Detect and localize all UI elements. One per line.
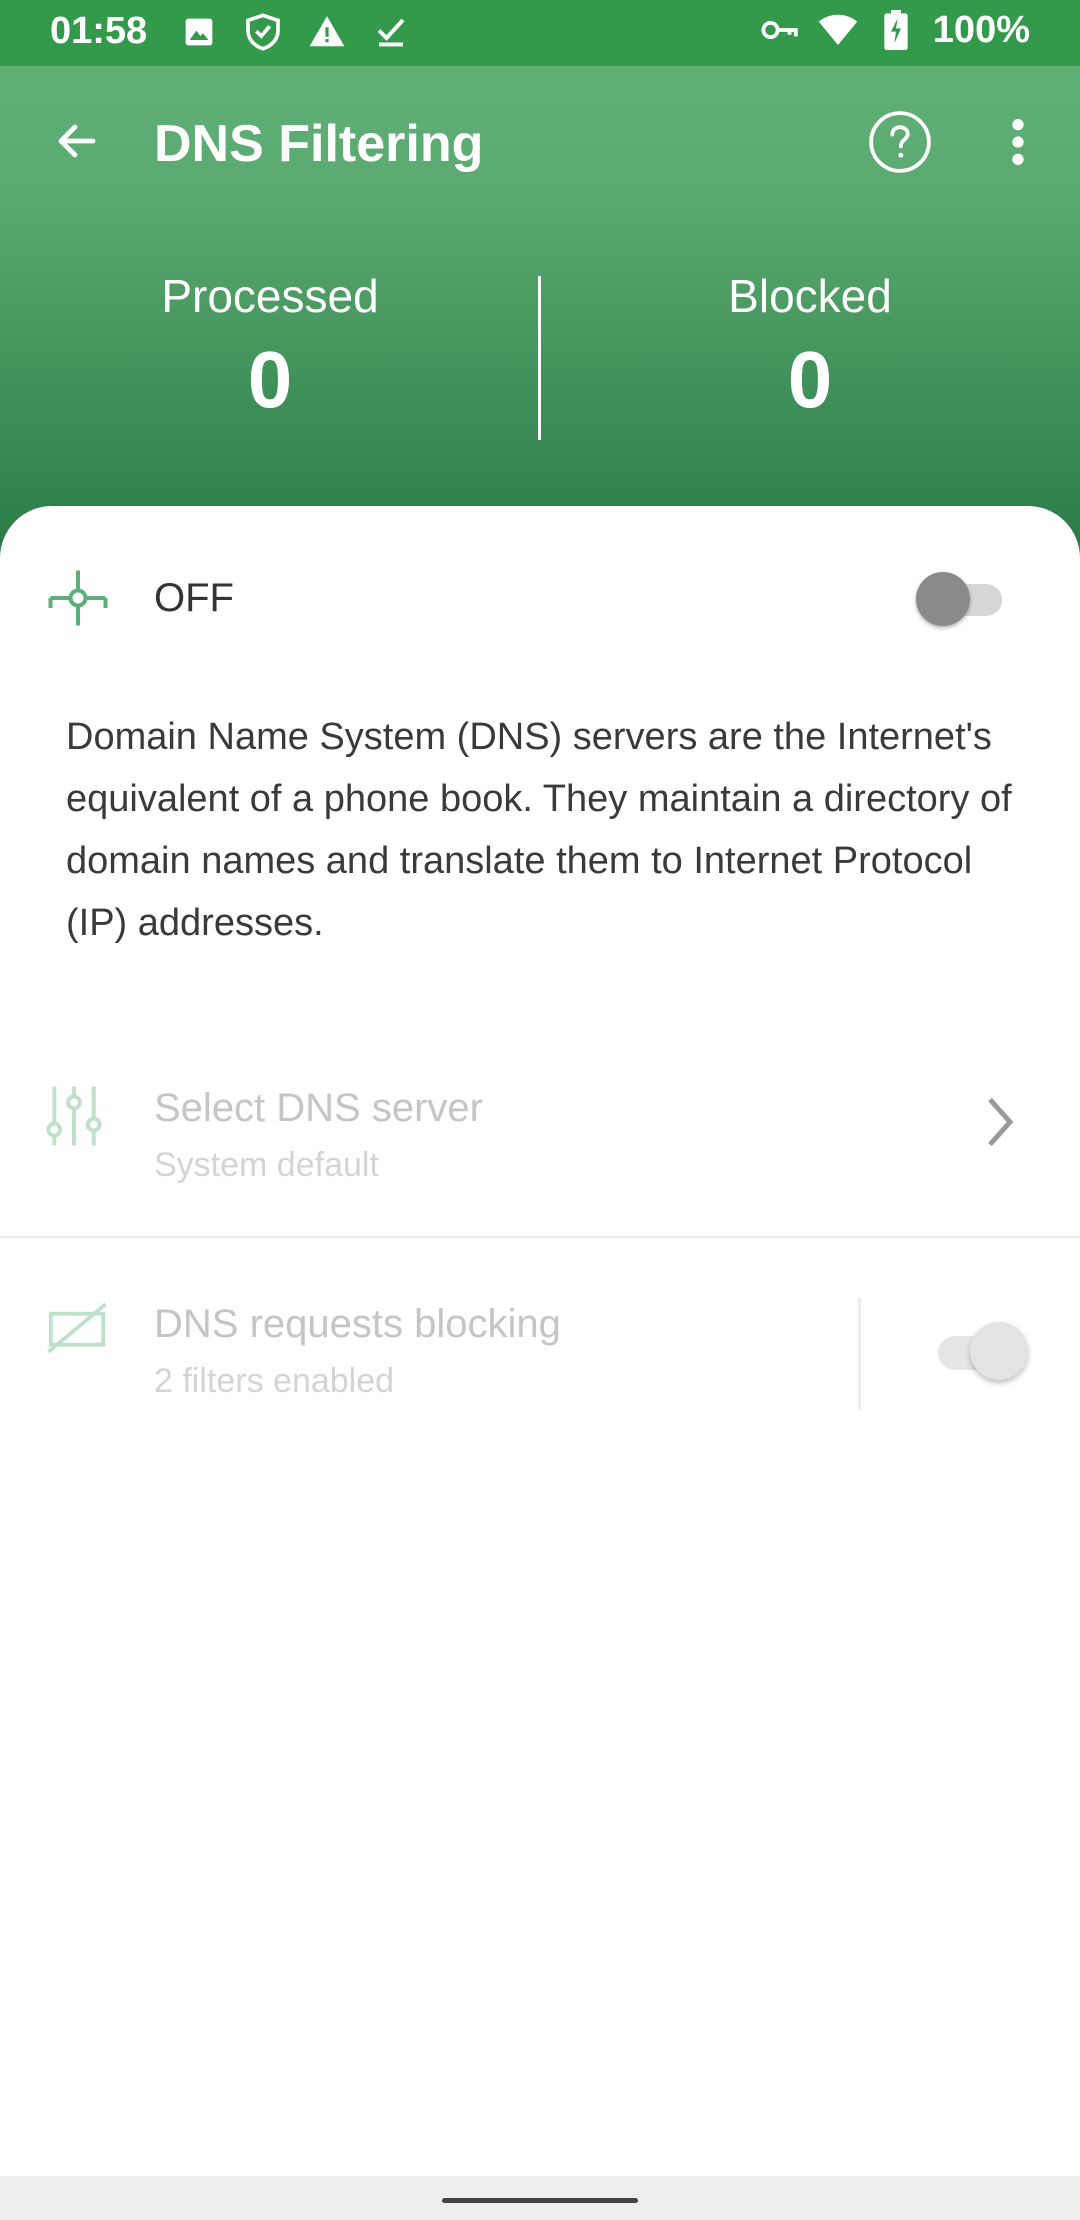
more-vert-icon — [1008, 116, 1028, 173]
navigation-bar — [0, 2176, 1080, 2220]
processed-count: 0 — [247, 335, 293, 424]
processed-stat: Processed 0 — [0, 266, 540, 430]
protection-switch[interactable] — [912, 566, 1008, 630]
blocked-count: 0 — [787, 335, 833, 424]
tune-sliders-icon — [46, 1084, 106, 1148]
dns-requests-blocking-row[interactable]: DNS requests blocking 2 filters enabled — [0, 1266, 1080, 1416]
vertical-separator — [858, 1298, 861, 1410]
image-icon — [178, 10, 220, 54]
status-icons-left — [178, 10, 412, 54]
status-time: 01:58 — [50, 10, 148, 52]
select-dns-server-title: Select DNS server — [154, 1086, 483, 1130]
blocked-stat: Blocked 0 — [540, 266, 1080, 430]
wifi-icon — [817, 8, 859, 52]
home-gesture-handle[interactable] — [442, 2198, 638, 2203]
stats-panel: Processed 0 Blocked 0 — [0, 266, 1080, 446]
protection-state-label: OFF — [154, 576, 234, 620]
warning-icon — [306, 10, 348, 54]
processed-label: Processed — [161, 270, 379, 322]
dns-node-icon — [48, 568, 108, 628]
protection-toggle-row[interactable]: OFF — [0, 546, 1080, 656]
vpn-key-icon — [759, 8, 801, 52]
arrow-back-icon — [53, 117, 101, 170]
back-button[interactable] — [40, 106, 114, 180]
blocked-label: Blocked — [728, 270, 892, 322]
download-done-icon — [370, 10, 412, 54]
row-divider — [0, 1236, 1080, 1238]
chevron-right-icon — [980, 1092, 1020, 1152]
page-title: DNS Filtering — [154, 115, 484, 173]
status-bar: 01:58 100% — [0, 0, 1080, 66]
help-button[interactable] — [866, 110, 934, 178]
select-dns-server-subtitle: System default — [154, 1146, 379, 1184]
battery-percent: 100% — [932, 8, 1030, 51]
switch-thumb — [970, 1322, 1028, 1380]
select-dns-server-row[interactable]: Select DNS server System default — [0, 1046, 1080, 1236]
status-icons-right: 100% — [759, 8, 1030, 52]
blocked-screen-icon — [46, 1300, 108, 1356]
dns-blocking-title: DNS requests blocking — [154, 1302, 561, 1346]
help-circle-icon — [867, 109, 933, 180]
screen: 01:58 100% DNS Filtering Processed 0 Blo… — [0, 0, 1080, 2220]
dns-blocking-switch[interactable] — [934, 1318, 1034, 1382]
content-card: OFF Domain Name System (DNS) servers are… — [0, 506, 1080, 2176]
dns-description: Domain Name System (DNS) servers are the… — [66, 716, 1012, 944]
shield-check-icon — [242, 10, 284, 54]
switch-thumb — [916, 572, 970, 626]
dns-blocking-subtitle: 2 filters enabled — [154, 1362, 395, 1400]
more-options-button[interactable] — [990, 110, 1046, 178]
app-bar: DNS Filtering — [0, 66, 1080, 222]
battery-charging-icon — [875, 8, 917, 52]
